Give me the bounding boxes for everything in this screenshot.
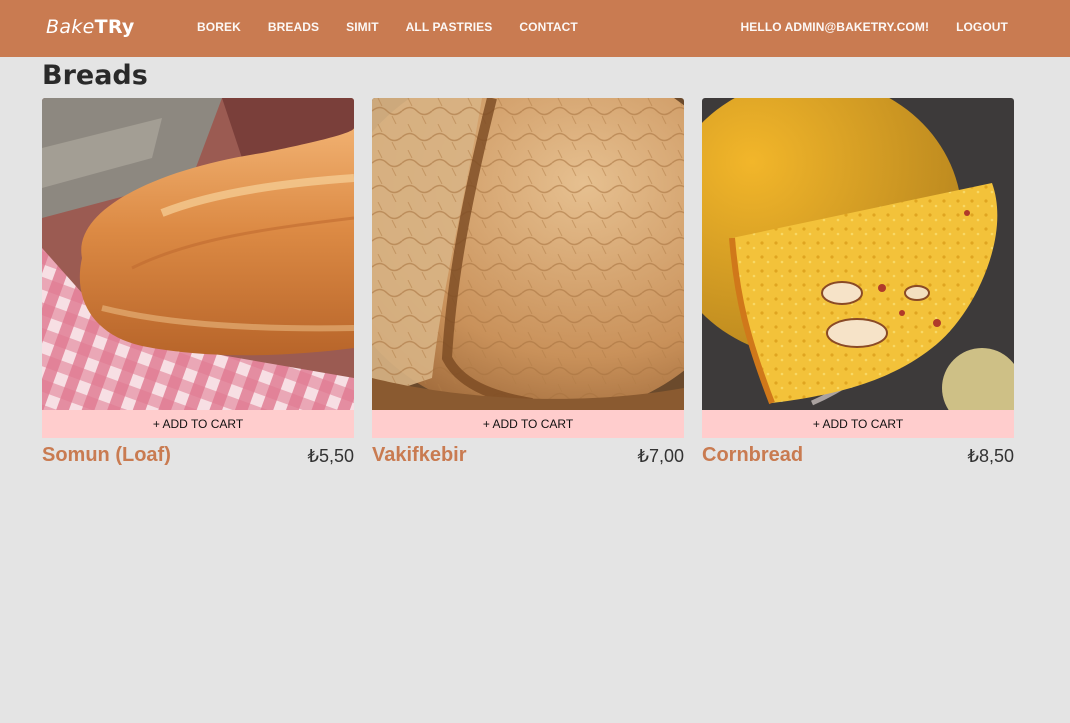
- product-card: + ADD TO CART Cornbread ₺8,50: [702, 98, 1014, 467]
- product-name-link[interactable]: Cornbread: [702, 444, 803, 467]
- product-info: Cornbread ₺8,50: [702, 444, 1014, 467]
- nav-link-contact[interactable]: CONTACT: [519, 20, 577, 34]
- nav-link-all-pastries[interactable]: ALL PASTRIES: [406, 20, 493, 34]
- nav-link-borek[interactable]: BOREK: [197, 20, 241, 34]
- brand-logo-part1: Bake: [46, 16, 95, 38]
- product-card: + ADD TO CART Somun (Loaf) ₺5,50: [42, 98, 354, 467]
- main-nav: BOREK BREADS SIMIT ALL PASTRIES CONTACT: [197, 20, 578, 34]
- product-name-link[interactable]: Somun (Loaf): [42, 444, 171, 467]
- product-image-vakifkebir[interactable]: [372, 98, 684, 410]
- product-image-cornbread[interactable]: [702, 98, 1014, 410]
- product-card: + ADD TO CART Vakifkebir ₺7,00: [372, 98, 684, 467]
- nav-link-simit[interactable]: SIMIT: [346, 20, 379, 34]
- logout-link[interactable]: LOGOUT: [956, 20, 1008, 34]
- brand-logo[interactable]: BakeTRy: [46, 16, 135, 38]
- product-name-link[interactable]: Vakifkebir: [372, 444, 467, 467]
- brand-logo-part2: TRy: [94, 16, 135, 38]
- add-to-cart-button[interactable]: + ADD TO CART: [42, 410, 354, 438]
- nav-link-breads[interactable]: BREADS: [268, 20, 319, 34]
- user-greeting-link[interactable]: HELLO ADMIN@BAKETRY.COM!: [741, 20, 930, 34]
- add-to-cart-button[interactable]: + ADD TO CART: [372, 410, 684, 438]
- user-nav: HELLO ADMIN@BAKETRY.COM! LOGOUT: [741, 20, 1008, 34]
- product-price: ₺5,50: [307, 446, 355, 466]
- product-info: Somun (Loaf) ₺5,50: [42, 444, 354, 467]
- add-to-cart-button[interactable]: + ADD TO CART: [702, 410, 1014, 438]
- top-navbar: BakeTRy BOREK BREADS SIMIT ALL PASTRIES …: [0, 0, 1070, 57]
- product-price: ₺7,00: [637, 446, 685, 466]
- product-info: Vakifkebir ₺7,00: [372, 444, 684, 467]
- page-title: Breads: [42, 60, 148, 91]
- product-price: ₺8,50: [967, 446, 1015, 466]
- product-image-somun[interactable]: [42, 98, 354, 410]
